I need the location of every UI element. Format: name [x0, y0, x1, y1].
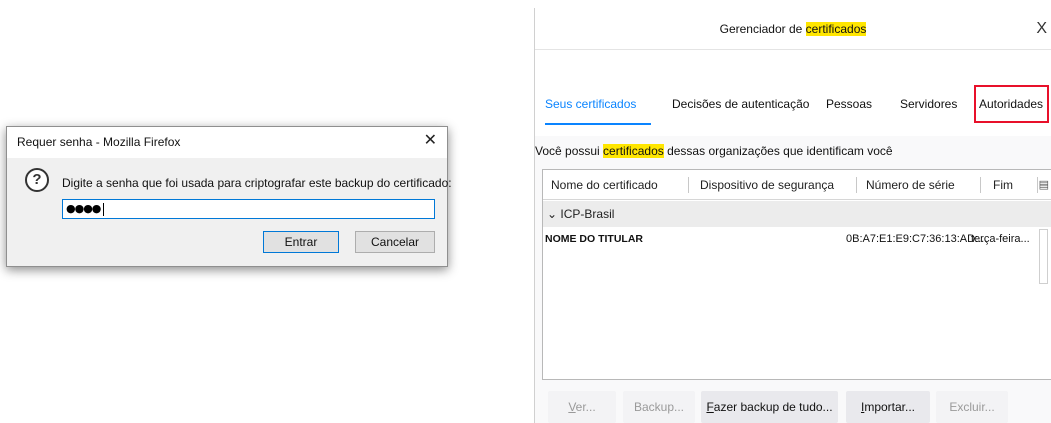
- tab-pessoas[interactable]: Pessoas: [826, 97, 872, 111]
- window-title-highlight: certificados: [805, 22, 867, 36]
- column-picker-icon[interactable]: ▤: [1039, 178, 1049, 191]
- column-header-device[interactable]: Dispositivo de segurança: [700, 178, 834, 192]
- column-header-end[interactable]: Fim: [993, 178, 1013, 192]
- cell-serial-number: 0B:A7:E1:E9:C7:36:13:AD:...: [846, 233, 988, 245]
- password-input[interactable]: ●●●●: [62, 199, 435, 219]
- chevron-down-icon[interactable]: ⌄: [547, 207, 557, 221]
- certificate-manager-window: Gerenciador de certificados X Seus certi…: [534, 8, 1051, 423]
- window-title-text: Gerenciador de: [719, 22, 806, 36]
- group-row-icp-brasil[interactable]: ⌄ ICP-Brasil: [543, 201, 1051, 227]
- password-dialog-titlebar: Requer senha - Mozilla Firefox ✕: [7, 127, 447, 158]
- text-caret: [103, 202, 105, 216]
- certificates-description: Você possui certificados dessas organiza…: [535, 144, 893, 158]
- view-button[interactable]: Ver...: [548, 391, 616, 423]
- tree-header: Nome do certificado Dispositivo de segur…: [543, 170, 1051, 200]
- column-separator[interactable]: [856, 177, 857, 193]
- certificate-manager-titlebar: Gerenciador de certificados X: [535, 8, 1051, 50]
- description-highlight: certificados: [603, 144, 664, 158]
- table-row[interactable]: NOME DO TITULAR 0B:A7:E1:E9:C7:36:13:AD:…: [543, 227, 1051, 253]
- backup-button[interactable]: Backup...: [623, 391, 695, 423]
- tab-servidores[interactable]: Servidores: [900, 97, 957, 111]
- close-icon[interactable]: ✕: [424, 132, 437, 150]
- cancel-button[interactable]: Cancelar: [355, 231, 435, 253]
- tab-seus-certificados[interactable]: Seus certificados: [545, 97, 636, 111]
- column-header-name[interactable]: Nome do certificado: [551, 178, 658, 192]
- column-header-serial[interactable]: Número de série: [866, 178, 955, 192]
- scrollbar[interactable]: [1039, 229, 1048, 284]
- cell-certificate-name: NOME DO TITULAR: [545, 233, 643, 245]
- import-button[interactable]: Importar...: [846, 391, 930, 423]
- password-dialog-title: Requer senha - Mozilla Firefox: [17, 135, 181, 149]
- column-separator[interactable]: [980, 177, 981, 193]
- cell-expiry: terça-feira...: [971, 233, 1030, 245]
- password-input-value: ●●●●: [66, 202, 101, 215]
- tab-bar: Seus certificados Decisões de autenticaç…: [535, 50, 1051, 136]
- active-tab-indicator: [545, 123, 651, 125]
- autoridades-highlight-box: [974, 85, 1049, 123]
- question-icon: ?: [25, 168, 49, 192]
- description-text-end: dessas organizações que identificam você: [663, 144, 893, 158]
- tab-decisoes-de-autenticacao[interactable]: Decisões de autenticação: [672, 97, 809, 111]
- close-icon[interactable]: X: [1036, 20, 1047, 38]
- group-name: ICP-Brasil: [560, 207, 615, 221]
- delete-button[interactable]: Excluir...: [936, 391, 1008, 423]
- backup-all-button[interactable]: Fazer backup de tudo...: [701, 391, 838, 423]
- password-prompt-message: Digite a senha que foi usada para cripto…: [62, 176, 452, 190]
- password-dialog: Requer senha - Mozilla Firefox ✕ ? Digit…: [6, 126, 452, 267]
- window-title: Gerenciador de certificados: [535, 22, 1051, 36]
- ok-button[interactable]: Entrar: [263, 231, 339, 253]
- group-label: ⌄ ICP-Brasil: [547, 207, 614, 221]
- description-text: Você possui: [535, 144, 604, 158]
- column-separator[interactable]: [688, 177, 689, 193]
- certificates-tree[interactable]: Nome do certificado Dispositivo de segur…: [542, 169, 1051, 380]
